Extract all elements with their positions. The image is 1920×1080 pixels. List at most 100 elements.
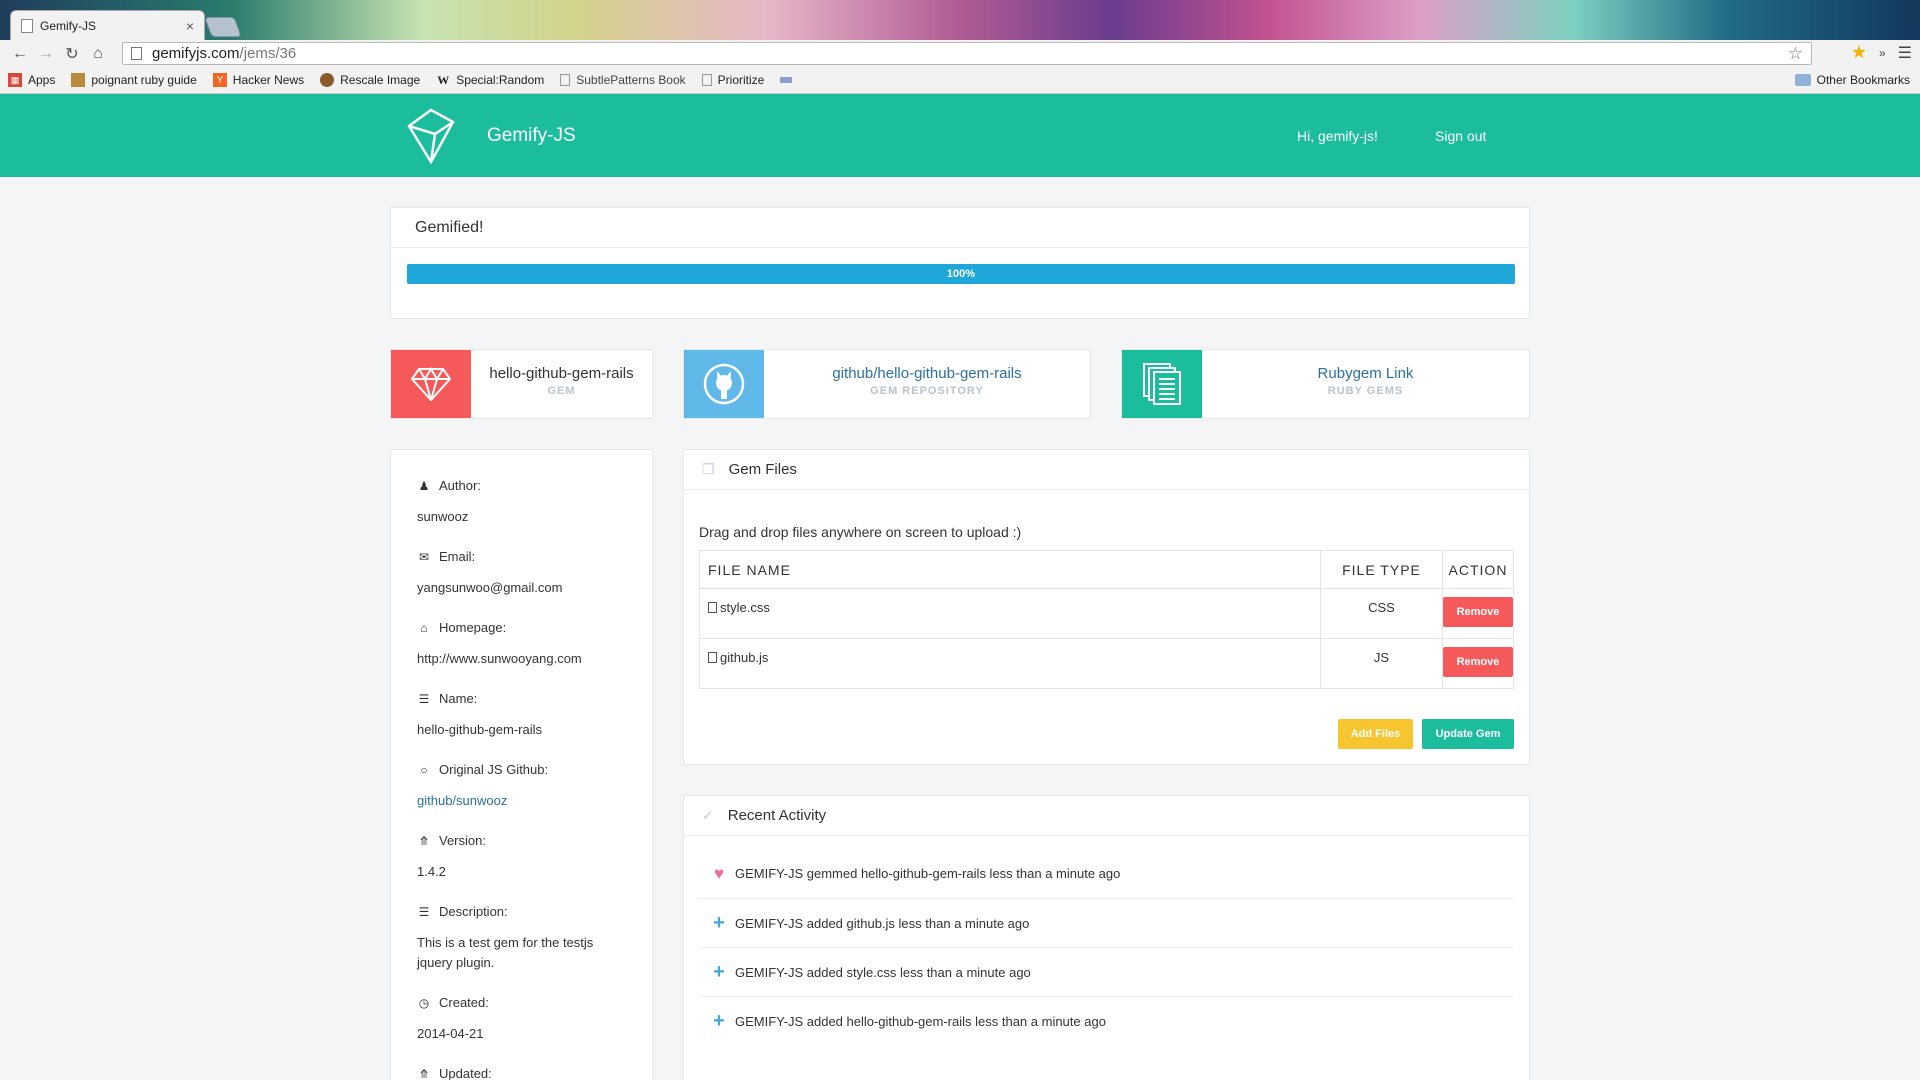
gem-subtitle: GEM [547,385,576,397]
bookmark-star-icon[interactable]: ☆ [1788,44,1803,64]
brand-logo-link[interactable]: Gemify-JS [405,108,576,164]
description-item: ☰ Description: This is a test gem for the… [417,904,652,973]
plus-icon: + [713,1010,725,1032]
align-left-icon: ☰ [418,691,430,706]
file-name: style.css [720,600,770,615]
activity-item: + GEMIFY-JS added style.css less than a … [699,948,1514,997]
bookmark-subtlepatterns[interactable]: SubtlePatterns Book [560,73,686,87]
activity-item: + GEMIFY-JS added github.js less than a … [699,899,1514,948]
rubygem-subtitle: RUBY GEMS [1327,385,1404,397]
progress-bar-fill: 100% [407,264,1515,284]
toolbar-extensions: ★ » ☰ [1851,42,1912,63]
clock-icon: ◷ [418,995,430,1010]
bookmark-label: Rescale Image [340,73,421,87]
bookmark-extra[interactable] [780,77,798,83]
gem-files-header: ❐ Gem Files [684,450,1529,490]
book-icon [71,73,86,87]
update-gem-button[interactable]: Update Gem [1422,719,1514,749]
remove-file-button[interactable]: Remove [1443,597,1513,627]
site-header: Gemify-JS Hi, gemify-js! Sign out [0,94,1920,177]
arrow-circle-up-icon: ⤊ [418,833,430,848]
bookmark-rescale[interactable]: Rescale Image [320,73,420,87]
file-type-header: FILE TYPE [1320,550,1443,589]
file-icon [708,602,717,613]
bookmark-poignant[interactable]: poignant ruby guide [71,73,197,87]
file-type: JS [1320,638,1443,689]
browser-tab[interactable]: Gemify-JS × [10,10,205,40]
other-bookmarks[interactable]: Other Bookmarks [1794,73,1910,87]
author-item: ♟ Author: sunwooz [417,478,652,527]
reload-icon[interactable]: ↻ [60,43,84,65]
back-icon[interactable]: ← [8,43,32,65]
rubygem-card[interactable]: Rubygem Link RUBY GEMS [1121,349,1530,419]
table-header-row: FILE NAME FILE TYPE ACTION [699,550,1514,589]
gem-name: hello-github-gem-rails [489,365,634,382]
y-icon: Y [212,73,227,87]
file-icon [708,652,717,663]
gem-card[interactable]: hello-github-gem-rails GEM [390,349,653,419]
home-icon[interactable]: ⌂ [86,43,110,65]
forward-icon[interactable]: → [34,43,58,65]
github-item: ○ Original JS Github: github/sunwooz [417,762,652,811]
remove-file-button[interactable]: Remove [1443,647,1513,677]
email-value: yangsunwoo@gmail.com [417,580,563,595]
file-name-header: FILE NAME [699,550,1321,589]
sign-out-link[interactable]: Sign out [1435,128,1486,144]
email-label: Email: [439,549,476,564]
rubygem-link[interactable]: Rubygem Link [1202,365,1529,382]
repository-card[interactable]: github/hello-github-gem-rails GEM REPOSI… [683,349,1091,419]
github-label: Original JS Github: [439,762,549,777]
github-link[interactable]: github/sunwooz [417,791,652,811]
github-icon: ○ [420,762,428,777]
action-header: ACTION [1442,550,1514,589]
user-greeting-link[interactable]: Hi, gemify-js! [1297,128,1378,144]
description-value: This is a test gem for the testjs jquery… [417,935,594,970]
bookmark-label: SubtlePatterns Book [576,73,686,87]
created-item: ◷ Created: 2014-04-21 [417,995,652,1044]
folder-icon [1794,74,1811,86]
new-tab-button[interactable] [204,17,242,37]
bookmark-prioritize[interactable]: Prioritize [701,73,765,87]
tab-close-icon[interactable]: × [186,18,194,34]
rescale-icon [320,73,335,87]
table-row: github.js JS Remove [699,638,1514,689]
user-icon: ♟ [418,478,430,493]
align-justify-icon: ☰ [418,904,430,919]
updated-item: ⤊ Updated: [417,1066,652,1080]
add-files-button[interactable]: Add Files [1338,719,1413,749]
gem-files-title: Gem Files [728,461,797,478]
extension-star-icon[interactable]: ★ [1851,42,1867,63]
bookmark-label: Prioritize [717,73,765,87]
email-item: ✉ Email: yangsunwoo@gmail.com [417,549,652,598]
diamond-logo-icon [407,108,455,164]
address-bar[interactable]: gemifyjs.com/jems/36 ☆ [122,42,1812,65]
check-icon: ✓ [702,807,714,823]
overflow-chevron-icon[interactable]: » [1879,46,1886,60]
bookmark-apps[interactable]: ▦ Apps [8,73,55,87]
author-label: Author: [439,478,481,493]
files-icon: ❐ [702,461,715,477]
files-table: FILE NAME FILE TYPE ACTION style.css CSS… [699,550,1514,689]
activity-text: GEMIFY-JS gemmed hello-github-gem-rails … [735,866,1121,881]
arrow-circle-up-icon: ⤊ [418,1066,430,1080]
homepage-item: ⌂ Homepage: http://www.sunwooyang.com [417,620,652,669]
progress-bar: 100% [407,264,1515,284]
drop-zone-note: Drag and drop files anywhere on screen t… [699,524,1022,540]
created-label: Created: [439,995,489,1010]
menu-icon[interactable]: ☰ [1898,43,1912,63]
homepage-label: Homepage: [439,620,507,635]
bookmark-label: Apps [28,73,56,87]
name-label: Name: [439,691,478,706]
bookmarks-bar: ▦ Apps poignant ruby guide Y Hacker News… [0,67,1920,94]
bookmark-special-random[interactable]: W Special:Random [436,73,544,88]
bookmark-hacker-news[interactable]: Y Hacker News [212,73,305,87]
repository-link[interactable]: github/hello-github-gem-rails [764,365,1090,382]
page-icon [21,18,33,33]
activity-item: + GEMIFY-JS added hello-github-gem-rails… [699,997,1514,1046]
inbox-icon: ✉ [418,549,430,564]
bookmark-label: Hacker News [232,73,305,87]
page-icon [701,74,712,86]
repository-subtitle: GEM REPOSITORY [870,385,984,397]
gem-info-panel: ♟ Author: sunwooz ✉ Email: yangsunwoo@gmai… [390,449,653,1080]
diamond-icon [391,350,471,418]
